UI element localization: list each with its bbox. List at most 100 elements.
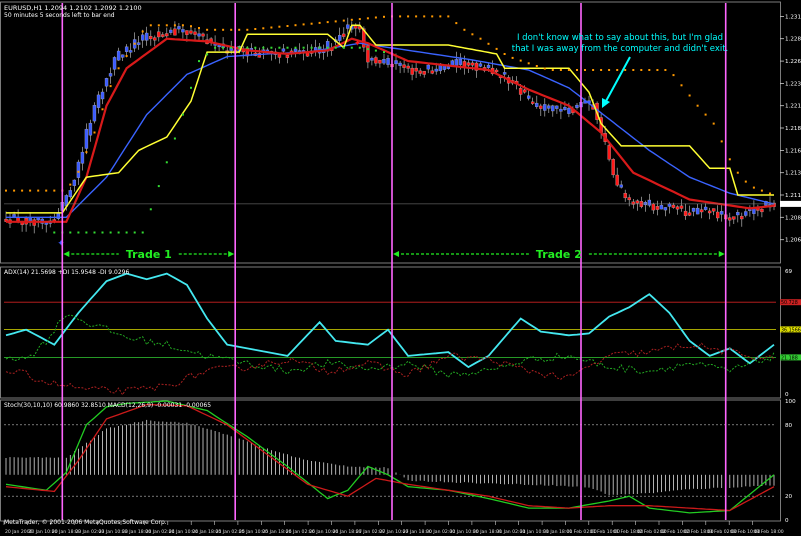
candle-bear (494, 69, 499, 73)
macd-bar (468, 474, 469, 483)
green-dot (334, 46, 337, 49)
macd-bar (142, 421, 144, 475)
orange-dot (149, 24, 152, 27)
green-dot (230, 46, 233, 49)
macd-bar (685, 474, 686, 490)
candle-bear (378, 59, 382, 64)
orange-dot (238, 28, 241, 31)
macd-bar (657, 474, 658, 493)
macd-bar (154, 421, 156, 475)
green-dot (181, 113, 184, 116)
macd-bar (620, 474, 622, 494)
macd-bar (669, 474, 670, 492)
copyright-label: MetaTrader, © 2001-2006 MetaQuotes Softw… (4, 519, 167, 526)
stoch-tick-label: 80 (785, 423, 793, 429)
macd-bar (677, 474, 678, 491)
candle-bear (740, 216, 744, 220)
orange-dot (45, 189, 48, 192)
macd-bar (532, 474, 534, 486)
orange-dot (511, 56, 514, 59)
candle-bear (518, 88, 523, 95)
orange-dot (399, 15, 402, 18)
green-dot (141, 231, 144, 234)
orange-dot (133, 42, 136, 45)
macd-bar (508, 474, 509, 485)
candle-bull (346, 24, 350, 29)
macd-bar (222, 433, 224, 475)
candle-bull (663, 207, 668, 211)
orange-dot (117, 67, 120, 70)
orange-dot (21, 189, 24, 192)
macd-bar (757, 474, 759, 486)
orange-dot (495, 47, 498, 50)
green-dot (69, 231, 72, 234)
candle-bull (458, 58, 463, 65)
candle-bull (104, 78, 109, 87)
orange-dot (326, 21, 329, 24)
candle-bear (366, 45, 370, 63)
candle-bull (619, 184, 623, 188)
macd-bar (287, 454, 288, 475)
green-dot (117, 231, 120, 234)
orange-dot (5, 189, 7, 192)
candle-bull (124, 46, 129, 52)
orange-dot (278, 25, 281, 28)
macd-bar (741, 474, 743, 488)
candle-bear (153, 37, 157, 41)
macd-bar (122, 425, 123, 475)
green-dot (383, 51, 385, 54)
candle-bull (100, 91, 105, 100)
orange-dot (632, 69, 635, 71)
candle-bull (128, 50, 133, 53)
price-tick-label: 1.2260 (785, 59, 801, 65)
macd-bar (53, 457, 55, 475)
green-dot (254, 46, 257, 49)
candle-bear (410, 67, 414, 75)
price-tick-label: 1.2210 (785, 104, 801, 110)
candle-bull (145, 32, 149, 41)
orange-dot (487, 42, 490, 45)
candle-bear (157, 31, 161, 38)
orange-dot (567, 69, 570, 71)
macd-bar (564, 474, 566, 486)
candle-bear (161, 34, 165, 37)
macd-bar (162, 421, 164, 475)
green-dot (165, 161, 168, 164)
orange-dot (157, 24, 160, 27)
green-dot (342, 46, 345, 49)
candle-bear (623, 193, 627, 199)
green-dot (53, 231, 56, 234)
macd-bar (665, 474, 666, 492)
macd-bar (596, 474, 598, 491)
green-dot (198, 60, 200, 63)
candle-bull (96, 94, 101, 108)
candle-bull (338, 35, 342, 41)
green-dot (310, 46, 313, 49)
orange-dot (141, 30, 144, 33)
macd-bar (118, 426, 119, 475)
candle-bull (555, 105, 559, 109)
price-tick-label: 1.2310 (785, 14, 801, 20)
orange-dot (222, 28, 225, 31)
macd-bar (351, 466, 353, 475)
macd-bar (556, 474, 558, 487)
macd-bar (94, 437, 95, 475)
macd-bar (246, 441, 248, 475)
orange-dot (198, 27, 200, 29)
green-dot (157, 185, 160, 188)
orange-dot (286, 25, 289, 27)
macd-bar (230, 436, 232, 475)
macd-bar (319, 461, 320, 475)
orange-dot (270, 26, 273, 29)
macd-bar (403, 474, 405, 478)
macd-bar (303, 459, 304, 475)
macd-bar (492, 474, 493, 484)
macd-bar (697, 474, 698, 489)
macd-bar (186, 422, 188, 475)
orange-dot (463, 28, 466, 31)
trading-chart[interactable]: ✦ ✦ 1.2310 1.2285 1.2260 1.2235 1.2210 1.2185 1… (0, 0, 801, 536)
macd-bar (13, 457, 15, 475)
macd-bar (174, 421, 176, 475)
orange-dot (29, 189, 32, 192)
orange-dot (664, 69, 667, 71)
